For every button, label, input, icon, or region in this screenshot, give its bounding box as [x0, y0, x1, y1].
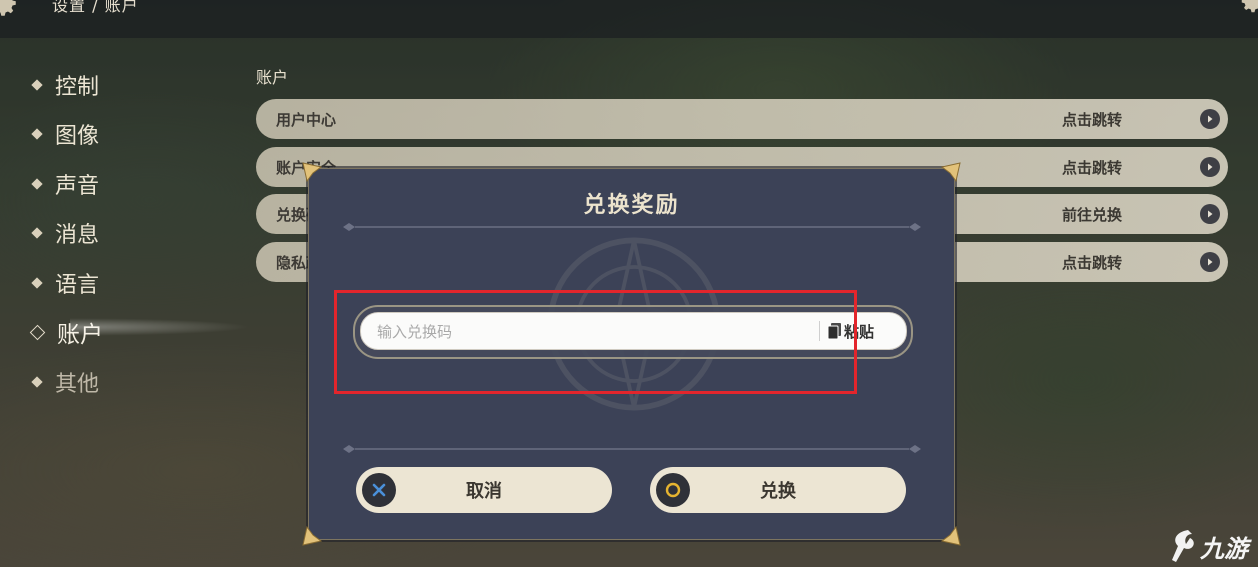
sidebar-item-label: 图像: [55, 124, 100, 150]
cancel-label: 取消: [466, 481, 502, 502]
bullet-icon: [31, 227, 43, 239]
cancel-button[interactable]: 取消: [356, 467, 612, 513]
sidebar-item-label: 语言: [55, 272, 100, 298]
watermark: 九游: [1168, 528, 1248, 564]
top-bar: 设置 / 账户: [0, 0, 1258, 38]
sidebar-item-other[interactable]: 其他: [28, 357, 103, 407]
sidebar-item-language[interactable]: 语言: [28, 258, 103, 308]
row-action: 点击跳转: [1062, 110, 1123, 129]
row-user-center[interactable]: 用户中心 点击跳转: [256, 99, 1228, 139]
corner-ornament-icon: [940, 162, 961, 183]
row-action: 点击跳转: [1062, 253, 1123, 272]
section-title: 账户: [256, 68, 289, 87]
watermark-logo-icon: [1172, 530, 1194, 562]
breadcrumb: 设置 / 账户: [52, 0, 139, 15]
bullet-icon: [31, 128, 43, 140]
sidebar-item-audio[interactable]: 声音: [28, 159, 103, 209]
arrow-right-icon: [1200, 157, 1220, 177]
bullet-icon: [31, 277, 43, 289]
settings-gear-icon[interactable]: [0, 0, 20, 20]
sidebar-item-label: 消息: [55, 223, 100, 249]
corner-ornament-icon: [302, 525, 323, 546]
bullet-icon: [31, 79, 43, 91]
bullet-icon: [31, 178, 43, 190]
close-gear-icon[interactable]: [1238, 0, 1258, 16]
sidebar-item-label: 声音: [55, 173, 100, 199]
dialog-title: 兑换奖励: [583, 193, 680, 218]
bullet-icon: [31, 376, 43, 388]
selected-diamond-icon: [29, 324, 46, 341]
divider: [343, 223, 921, 231]
row-action: 点击跳转: [1062, 158, 1123, 177]
arrow-right-icon: [1200, 204, 1220, 224]
corner-ornament-icon: [940, 525, 961, 546]
watermark-text: 九游: [1200, 534, 1248, 563]
active-item-glow: [70, 318, 250, 336]
confirm-circle-icon: [656, 473, 690, 507]
arrow-right-icon: [1200, 109, 1220, 129]
arrow-right-icon: [1200, 252, 1220, 272]
sidebar-item-label: 控制: [55, 74, 100, 100]
cancel-x-icon: [362, 473, 396, 507]
sidebar-item-controls[interactable]: 控制: [28, 60, 103, 110]
settings-sidebar: 控制 图像 声音 消息 语言 账户 其他: [28, 60, 103, 407]
redeem-button[interactable]: 兑换: [650, 467, 906, 513]
redeem-label: 兑换: [760, 481, 796, 502]
row-action: 前往兑换: [1062, 205, 1123, 224]
row-label: 用户中心: [276, 110, 337, 129]
divider: [343, 445, 921, 453]
corner-ornament-icon: [302, 162, 323, 183]
sidebar-item-label: 其他: [55, 371, 100, 397]
sidebar-item-graphics[interactable]: 图像: [28, 110, 103, 160]
highlight-box: [334, 290, 857, 394]
sidebar-item-messages[interactable]: 消息: [28, 209, 103, 259]
